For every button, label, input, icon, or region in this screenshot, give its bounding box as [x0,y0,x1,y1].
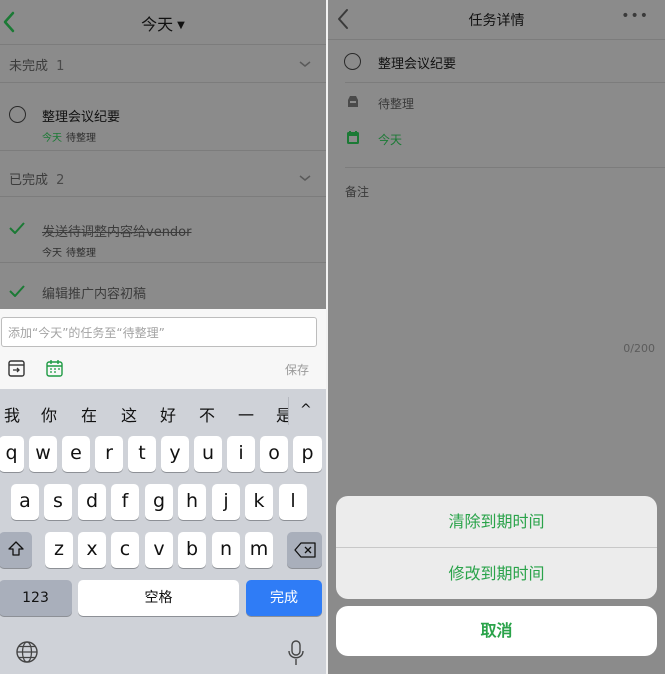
task-complete-checkbox[interactable] [344,53,361,70]
action-sheet: 清除到期时间 修改到期时间 [336,496,657,599]
save-button[interactable]: 保存 [285,361,309,378]
backspace-key[interactable] [287,532,322,568]
calendar-icon[interactable] [46,360,63,377]
globe-icon[interactable] [15,640,39,664]
divider [0,262,326,263]
section-count: 2 [56,173,65,188]
key[interactable]: g [145,484,173,520]
change-due-date-button[interactable]: 修改到期时间 [336,548,657,599]
chevron-down-icon[interactable] [298,59,312,69]
microphone-icon[interactable] [288,640,304,666]
done-key[interactable]: 完成 [246,580,322,616]
section-label: 未完成 [9,59,49,74]
divider [345,82,665,83]
key[interactable]: p [293,436,322,472]
caret-down-icon: ▼ [177,20,185,31]
key[interactable]: k [245,484,273,520]
divider [0,44,326,45]
shift-icon [7,541,24,556]
quick-add-input[interactable]: 添加“今天”的任务至“待整理” [1,317,317,347]
candidate-word[interactable]: 是 [276,402,288,426]
key[interactable]: f [111,484,139,520]
inbox-icon [348,96,358,107]
completed-task-title[interactable]: 发送待调整内容给vendor [42,221,191,240]
divider [0,196,326,197]
clear-due-date-button[interactable]: 清除到期时间 [336,496,657,547]
cancel-button[interactable]: 取消 [336,606,657,656]
shift-key[interactable] [0,532,32,568]
key[interactable]: w [29,436,57,472]
candidate-word[interactable]: 好 [160,402,176,426]
note-char-count: 0/200 [623,342,655,355]
more-icon[interactable]: ••• [621,8,649,24]
key[interactable]: a [11,484,39,520]
expand-candidates-button[interactable]: ^ [300,402,312,418]
key[interactable]: c [111,532,139,568]
space-key[interactable]: 空格 [78,580,239,616]
quick-add-bar: 添加“今天”的任务至“待整理” 保存 [0,309,326,389]
task-date: 今天 [42,248,62,259]
candidate-word[interactable]: 你 [41,402,57,426]
key[interactable]: r [95,436,123,472]
divider [0,150,326,151]
task-detail-screen: 任务详情 ••• 整理会议纪要 待整理 今天 备注 0/200 清除到期时间 修… [328,0,665,674]
key[interactable]: l [279,484,307,520]
task-list-field[interactable]: 待整理 [378,95,414,112]
candidate-word[interactable]: 这 [121,402,137,426]
key[interactable]: y [161,436,189,472]
candidate-word[interactable]: 在 [81,402,97,426]
date-selector[interactable]: 今天 ▼ [0,11,326,35]
key[interactable]: b [178,532,206,568]
candidate-word[interactable]: 不 [199,402,215,426]
task-complete-checkbox[interactable] [9,106,26,123]
section-label: 已完成 [9,173,49,188]
candidate-word[interactable]: 我 [4,402,20,426]
key[interactable]: j [212,484,240,520]
task-list: 待整理 [66,133,96,144]
divider [288,397,289,425]
note-field[interactable]: 备注 [345,183,369,200]
nav-bar: 今天 ▼ [0,0,326,44]
completed-task-title[interactable]: 编辑推广内容初稿 [42,283,146,302]
divider [328,39,665,40]
task-list: 待整理 [66,248,96,259]
key[interactable]: h [178,484,206,520]
checkmark-icon[interactable] [9,285,25,297]
key[interactable]: u [194,436,222,472]
key[interactable]: v [145,532,173,568]
backspace-icon [293,542,316,558]
key[interactable]: m [245,532,273,568]
task-date: 今天 [42,133,62,144]
key[interactable]: i [227,436,255,472]
checkmark-icon[interactable] [9,222,25,234]
task-title[interactable]: 整理会议纪要 [42,106,120,125]
key[interactable]: o [260,436,288,472]
page-title: 今天 [141,15,174,34]
page-title: 任务详情 [468,13,525,29]
key[interactable]: q [0,436,24,472]
today-list-screen: 今天 ▼ 未完成 1 整理会议纪要 今天 待整理 已完成 2 发送待调整内容给ven… [0,0,326,674]
key[interactable]: d [78,484,106,520]
numbers-key[interactable]: 123 [0,580,72,616]
due-date-field[interactable]: 今天 [378,131,402,148]
key[interactable]: t [128,436,156,472]
divider [0,82,326,83]
key[interactable]: z [45,532,73,568]
chevron-down-icon[interactable] [298,173,312,183]
key[interactable]: n [212,532,240,568]
task-meta: 今天 待整理 [42,244,96,259]
key[interactable]: x [78,532,106,568]
section-header-incomplete[interactable]: 未完成 1 [9,55,64,74]
key[interactable]: e [62,436,90,472]
task-title[interactable]: 整理会议纪要 [378,53,456,72]
section-count: 1 [56,59,65,74]
candidate-word[interactable]: 一 [238,402,254,426]
section-header-complete[interactable]: 已完成 2 [9,169,64,188]
divider [345,167,665,168]
key[interactable]: s [44,484,72,520]
task-meta: 今天 待整理 [42,129,96,144]
inbox-icon[interactable] [8,360,25,377]
calendar-icon [347,131,359,144]
